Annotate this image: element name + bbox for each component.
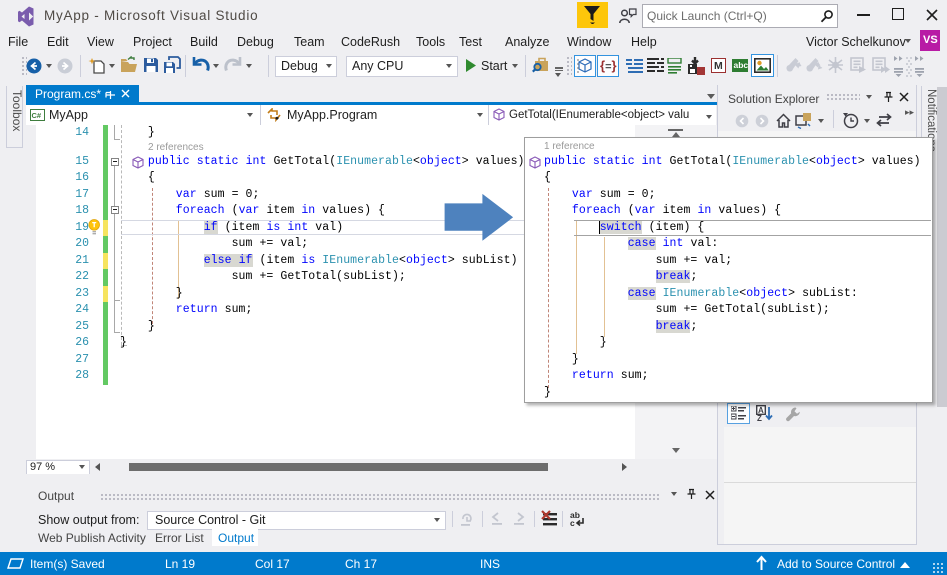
svg-text:Z: Z [757,414,762,422]
svg-text:c: c [570,518,575,528]
